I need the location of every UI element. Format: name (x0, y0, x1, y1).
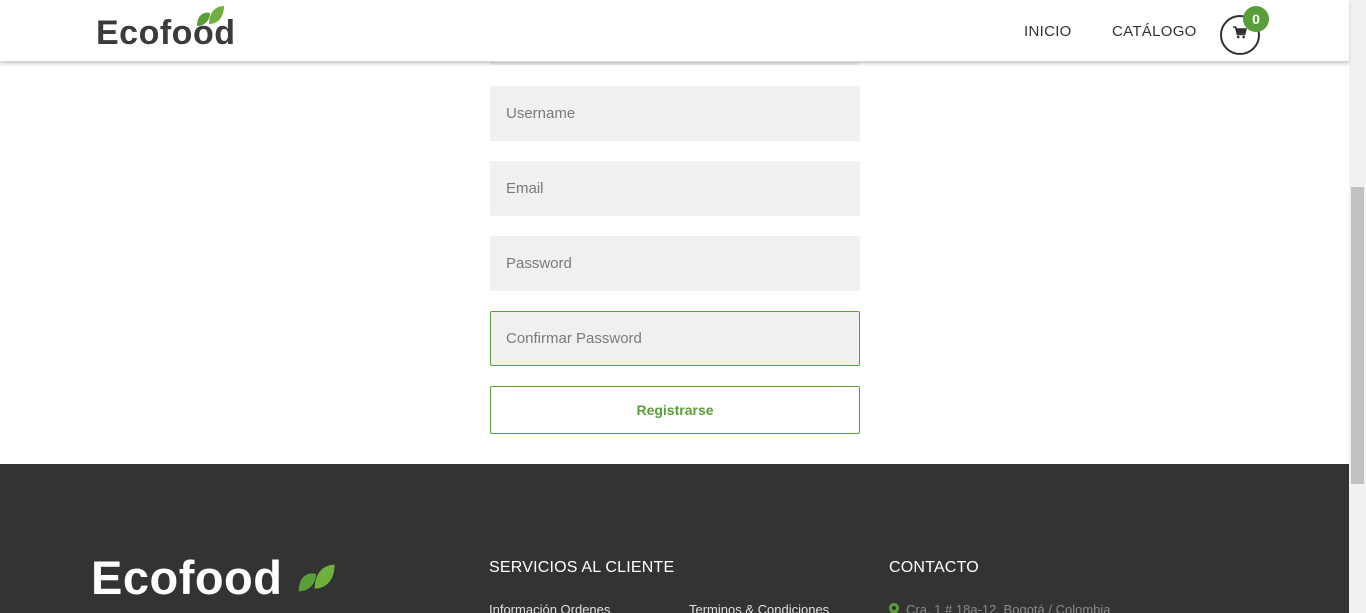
register-button[interactable]: Registrarse (490, 386, 860, 434)
nav-catalogo[interactable]: CATÁLOGO (1112, 23, 1197, 40)
terminos-link[interactable]: Terminos & Condiciones (689, 602, 829, 613)
page-scrollbar[interactable] (1349, 0, 1366, 613)
map-pin-icon (889, 603, 899, 613)
contacto-heading: CONTACTO (889, 559, 979, 576)
leaf-icon (296, 551, 336, 604)
shopping-cart-icon (1233, 26, 1248, 44)
cart-count-badge: 0 (1243, 6, 1269, 32)
leaf-icon (195, 4, 224, 26)
username-field[interactable] (490, 86, 860, 141)
nav-inicio[interactable]: INICIO (1024, 23, 1072, 40)
scrollbar-thumb[interactable] (1351, 187, 1364, 484)
footer-logo[interactable]: Ecofood (91, 550, 336, 605)
footer-logo-text: Ecofood (91, 551, 283, 604)
site-footer: Ecofood SERVICIOS AL CLIENTE CONTACTO In… (0, 464, 1349, 613)
confirm-password-field[interactable] (490, 311, 860, 366)
email-field[interactable] (490, 161, 860, 216)
password-field[interactable] (490, 236, 860, 291)
address-text: Cra. 1 # 18a-12, Bogotá / Colombia (906, 602, 1111, 613)
site-header: Ecofood INICIO CATÁLOGO 0 (0, 0, 1349, 62)
site-logo[interactable]: Ecofood (96, 6, 235, 53)
page: Ecofood INICIO CATÁLOGO 0 Apellidos User… (0, 0, 1366, 613)
servicios-heading: SERVICIOS AL CLIENTE (489, 559, 675, 576)
info-ordenes-link[interactable]: Información Ordenes (489, 602, 610, 613)
